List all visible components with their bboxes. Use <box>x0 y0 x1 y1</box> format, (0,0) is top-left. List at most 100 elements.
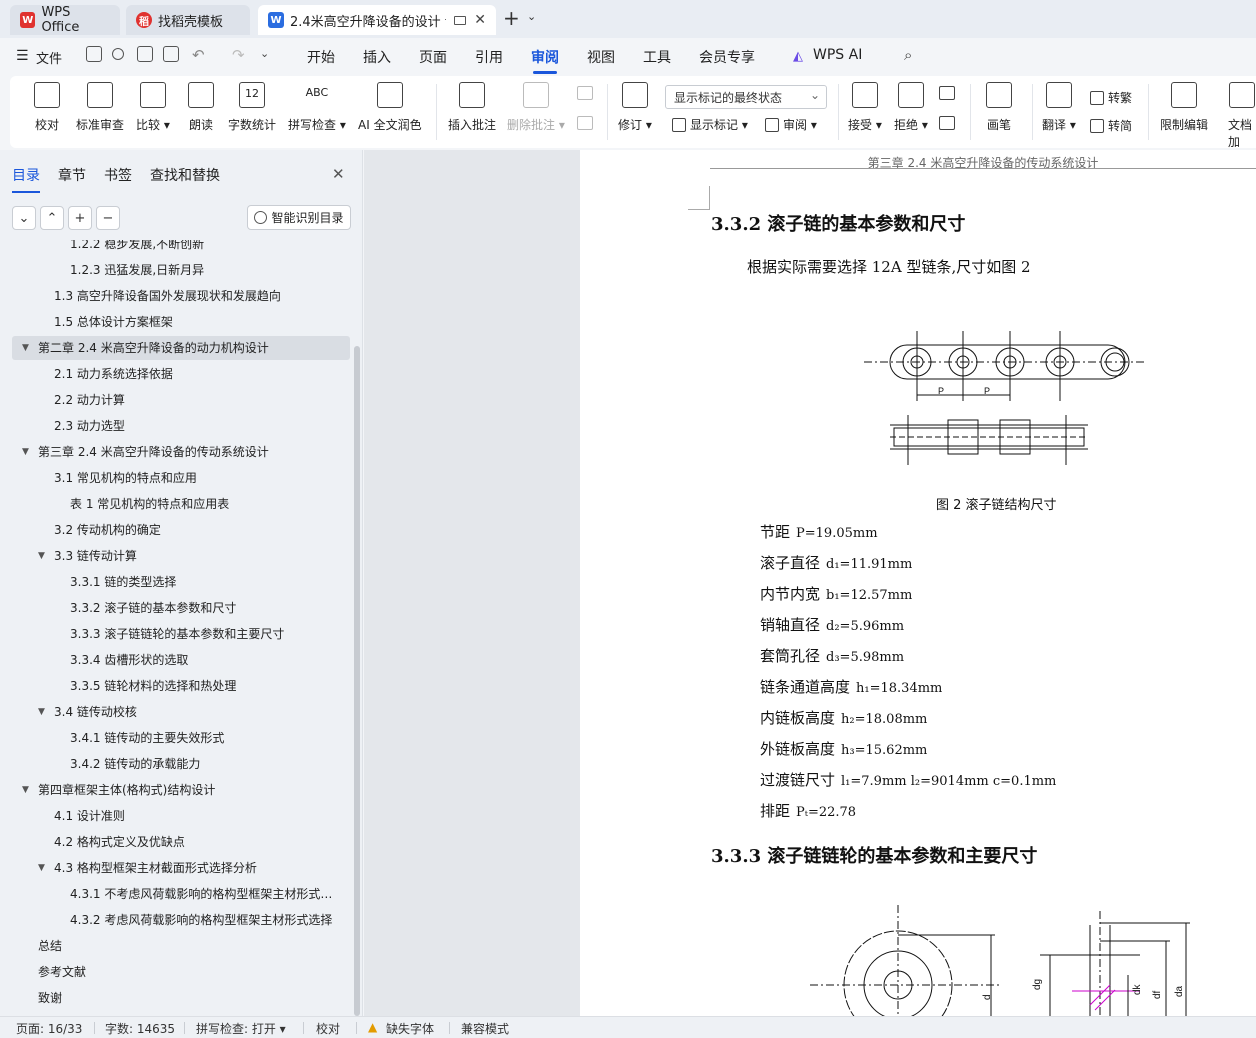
toc-item[interactable]: 2.1 动力系统选择依据 <box>12 362 350 386</box>
toc-item[interactable]: 2.3 动力选型 <box>12 414 350 438</box>
nav-tab-find-replace[interactable]: 查找和替换 <box>150 165 220 185</box>
toc-item[interactable]: ▼ 第三章 2.4 米高空升降设备的传动系统设计 <box>12 440 350 464</box>
accept-button[interactable]: 接受 ▾ <box>848 82 882 133</box>
toc-item[interactable]: 3.2 传动机构的确定 <box>12 518 350 542</box>
menu-review[interactable]: 审阅 <box>531 47 559 74</box>
toc-item[interactable]: ▼ 3.4 链传动校核 <box>12 700 350 724</box>
toc-item[interactable]: 4.2 格构式定义及优缺点 <box>12 830 350 854</box>
word-count-button[interactable]: 12 字数统计 <box>228 82 276 133</box>
toc-item[interactable]: ▼总结 <box>12 934 350 958</box>
toc-item[interactable]: ▼ 4.3 格构型框架主材截面形式选择分析 <box>12 856 350 880</box>
track-changes-button[interactable]: 修订 ▾ <box>618 82 652 133</box>
undo-icon[interactable]: ↶ <box>192 46 205 64</box>
proofread-button[interactable]: 校对 <box>34 82 60 133</box>
tab-document[interactable]: W 2.4米高空升降设备的设计 说明 ✕ <box>258 5 496 35</box>
nav-tab-sections[interactable]: 章节 <box>58 165 86 185</box>
share-icon[interactable] <box>112 48 124 60</box>
print-preview-icon[interactable] <box>163 46 179 62</box>
toc-item[interactable]: 1.2.2 稳步发展,不断创新 <box>12 240 350 256</box>
menu-tools[interactable]: 工具 <box>643 47 671 67</box>
doc-encrypt-button[interactable]: 文档加 <box>1228 82 1256 150</box>
word-count-status[interactable]: 字数: 14635 <box>105 1020 175 1037</box>
toc-item[interactable]: 3.3.4 齿槽形状的选取 <box>12 648 350 672</box>
toc-item[interactable]: 3.4.1 链传动的主要失效形式 <box>12 726 350 750</box>
to-simplified-button[interactable]: 转简 <box>1090 117 1132 134</box>
document-page[interactable] <box>580 150 1256 1016</box>
compare-button[interactable]: 比较 ▾ <box>136 82 170 133</box>
toc-item[interactable]: ▼参考文献 <box>12 960 350 984</box>
missing-font-status[interactable]: 缺失字体 <box>386 1020 434 1037</box>
new-tab-button[interactable]: + <box>503 6 520 30</box>
toc-item[interactable]: 3.3.3 滚子链链轮的基本参数和主要尺寸 <box>12 622 350 646</box>
insert-comment-button[interactable]: 插入批注 <box>448 82 496 133</box>
expand-down-button[interactable]: ⌄ <box>12 206 36 230</box>
restrict-edit-button[interactable]: 限制编辑 <box>1160 82 1208 133</box>
more-chevron-icon[interactable]: ⌄ <box>260 47 269 60</box>
next-change-icon[interactable] <box>939 116 955 130</box>
toc-item[interactable]: 1.3 高空升降设备国外发展现状和发展趋向 <box>12 284 350 308</box>
translate-button[interactable]: 翻译 ▾ <box>1042 82 1076 133</box>
menu-file[interactable]: 文件 <box>36 48 62 67</box>
remove-level-button[interactable]: − <box>96 206 120 230</box>
spell-check-button[interactable]: ABC 拼写检查 ▾ <box>288 82 346 133</box>
expand-caret-icon[interactable]: ▼ <box>22 440 29 464</box>
toc-item[interactable]: 3.1 常见机构的特点和应用 <box>12 466 350 490</box>
expand-caret-icon[interactable]: ▼ <box>38 544 45 568</box>
toc-item[interactable]: ▼ 第二章 2.4 米高空升降设备的动力机构设计 <box>12 336 350 360</box>
expand-caret-icon[interactable]: ▼ <box>38 856 45 880</box>
add-level-button[interactable]: + <box>68 206 92 230</box>
print-icon[interactable] <box>137 46 153 62</box>
expand-caret-icon[interactable]: ▼ <box>22 778 29 802</box>
prev-comment-icon[interactable] <box>577 86 593 100</box>
expand-caret-icon[interactable]: ▼ <box>38 700 45 724</box>
menu-page[interactable]: 页面 <box>419 47 447 67</box>
close-tab-icon[interactable]: ✕ <box>474 12 486 28</box>
spell-check-status[interactable]: 拼写检查: 打开 ▾ <box>196 1020 286 1037</box>
markup-mode-select[interactable]: 显示标记的最终状态 ⌄ <box>665 85 827 109</box>
toc-item[interactable]: 1.2.3 迅猛发展,日新月异 <box>12 258 350 282</box>
menu-wps-ai[interactable]: WPS AI <box>813 47 862 63</box>
expand-caret-icon[interactable]: ▼ <box>22 336 29 360</box>
toc-item[interactable]: 3.3.5 链轮材料的选择和热处理 <box>12 674 350 698</box>
collapse-up-button[interactable]: ⌃ <box>40 206 64 230</box>
toc-item[interactable]: ▼ 第四章框架主体(格构式)结构设计 <box>12 778 350 802</box>
pen-button[interactable]: 画笔 <box>986 82 1012 133</box>
hamburger-icon[interactable]: ☰ <box>16 48 29 64</box>
proof-status[interactable]: 校对 <box>316 1020 340 1037</box>
page-indicator[interactable]: 页面: 16/33 <box>16 1020 82 1037</box>
toc-item[interactable]: 4.3.2 考虑风荷载影响的格构型框架主材形式选择 <box>12 908 350 932</box>
tab-daoke-templates[interactable]: 稻 找稻壳模板 <box>126 5 250 35</box>
toc-item[interactable]: 4.3.1 不考虑风荷载影响的格构型框架主材形式选择 <box>12 882 350 906</box>
toc-item[interactable]: 表 1 常见机构的特点和应用表 <box>12 492 350 516</box>
nav-tab-bookmarks[interactable]: 书签 <box>104 165 132 185</box>
read-aloud-button[interactable]: 朗读 <box>188 82 214 133</box>
reject-button[interactable]: 拒绝 ▾ <box>894 82 928 133</box>
menu-membership[interactable]: 会员专享 <box>699 47 755 67</box>
menu-references[interactable]: 引用 <box>475 47 503 67</box>
menu-home[interactable]: 开始 <box>307 47 335 67</box>
toc-item[interactable]: ▼致谢 <box>12 986 350 1010</box>
show-markup-button[interactable]: 显示标记 ▾ <box>672 116 748 133</box>
toc-item[interactable]: 4.1 设计准则 <box>12 804 350 828</box>
standard-review-button[interactable]: 标准审查 <box>76 82 124 133</box>
toc-item[interactable]: 3.3.2 滚子链的基本参数和尺寸 <box>12 596 350 620</box>
toc-item[interactable]: 3.4.2 链传动的承载能力 <box>12 752 350 776</box>
monitor-icon[interactable] <box>454 15 467 25</box>
save-icon[interactable] <box>86 46 102 62</box>
ai-polish-button[interactable]: AI 全文润色 <box>358 82 422 133</box>
toc-scrollbar[interactable] <box>354 346 360 1016</box>
close-icon[interactable]: ✕ <box>332 165 345 183</box>
menu-insert[interactable]: 插入 <box>363 47 391 67</box>
toc-item[interactable]: 1.5 总体设计方案框架 <box>12 310 350 334</box>
toc-item[interactable]: 3.3.1 链的类型选择 <box>12 570 350 594</box>
menu-view[interactable]: 视图 <box>587 47 615 67</box>
smart-toc-button[interactable]: 智能识别目录 <box>247 205 351 230</box>
prev-change-icon[interactable] <box>939 86 955 100</box>
chevron-down-icon[interactable]: ⌄ <box>527 10 536 23</box>
toc-item[interactable]: 2.2 动力计算 <box>12 388 350 412</box>
nav-tab-toc[interactable]: 目录 <box>12 165 40 193</box>
delete-comment-button[interactable]: 删除批注 ▾ <box>507 82 565 133</box>
next-comment-icon[interactable] <box>577 116 593 130</box>
toc-item[interactable]: ▼ 3.3 链传动计算 <box>12 544 350 568</box>
tab-wps-office[interactable]: W WPS Office <box>10 5 120 35</box>
